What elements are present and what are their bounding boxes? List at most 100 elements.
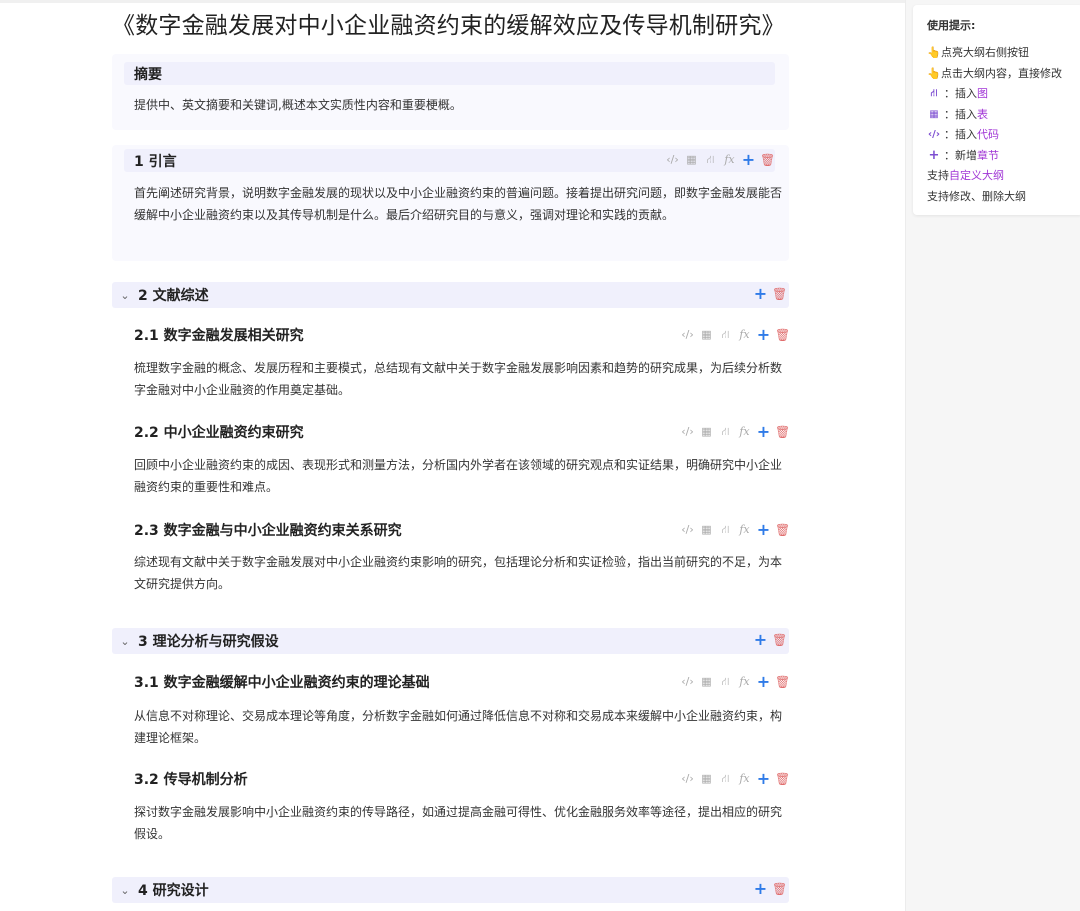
tip-text: ：插入 [944,107,977,121]
intro-title: 1 引言 [134,153,177,170]
insert-formula-icon[interactable]: fx [737,771,752,787]
subsection-text[interactable]: 从信息不对称理论、交易成本理论等角度，分析数字金融如何通过降低信息不对称和交易成… [134,705,784,749]
table-icon: ▦ [929,108,939,120]
delete-icon[interactable]: 🗑 [775,771,790,787]
add-section-icon[interactable]: + [756,522,771,538]
intro-toolbar: ‹/› ▦ ⛙ fx + 🗑 [665,152,775,168]
tip-row-3: ⛙ ：插入图 [927,84,1080,105]
chevron-down-icon[interactable]: ⌄ [112,635,138,648]
tip-highlight: 代码 [977,128,999,141]
pointing-hand-icon: 👆 [927,66,941,80]
tip-text: ：新增 [944,148,977,162]
subsection-toolbar: ‹/› ▦ ⛙ fx + 🗑 [680,327,790,343]
chevron-down-icon[interactable]: ⌄ [112,289,138,302]
abstract-text[interactable]: 提供中、英文摘要和关键词,概述本文实质性内容和重要梗概。 [134,94,784,116]
org-chart-icon: ⛙ [930,88,938,99]
insert-code-icon[interactable]: ‹/› [680,327,695,343]
delete-icon[interactable]: 🗑 [772,286,787,302]
insert-table-icon[interactable]: ▦ [699,771,714,787]
tip-row-4: ▦ ：插入表 [927,105,1080,126]
section-3-toolbar: + 🗑 [753,632,787,648]
insert-code-icon[interactable]: ‹/› [680,674,695,690]
insert-chart-icon[interactable]: ⛙ [718,522,733,538]
insert-code-icon[interactable]: ‹/› [665,152,680,168]
add-section-icon[interactable]: + [756,327,771,343]
section-title[interactable]: 2 文献综述 [138,285,209,305]
insert-table-icon[interactable]: ▦ [699,674,714,690]
tip-text: ：插入 [944,87,977,100]
subsection-toolbar: ‹/› ▦ ⛙ fx + 🗑 [680,424,790,440]
subsection-text[interactable]: 探讨数字金融发展影响中小企业融资约束的传导路径，如通过提高金融可得性、优化金融服… [134,801,784,845]
insert-chart-icon[interactable]: ⛙ [718,327,733,343]
document-title[interactable]: 《数字金融发展对中小企业融资约束的缓解效应及传导机制研究》 [112,6,785,40]
tip-highlight: 图 [977,87,988,100]
insert-chart-icon[interactable]: ⛙ [703,152,718,168]
delete-icon[interactable]: 🗑 [775,424,790,440]
insert-formula-icon[interactable]: fx [722,152,737,168]
code-icon: ‹/› [928,129,940,140]
add-section-icon[interactable]: + [756,424,771,440]
insert-formula-icon[interactable]: fx [737,522,752,538]
tip-highlight: 章节 [977,148,999,162]
intro-block: 1 引言 ‹/› ▦ ⛙ fx + 🗑 首先阐述研究背景，说明数字金融发展的现状… [112,145,789,261]
subsection-title[interactable]: 3.2 传导机制分析 [134,769,248,789]
insert-chart-icon[interactable]: ⛙ [718,771,733,787]
delete-icon[interactable]: 🗑 [775,327,790,343]
abstract-heading[interactable]: 摘要 [124,62,775,85]
intro-text[interactable]: 首先阐述研究背景，说明数字金融发展的现状以及中小企业融资约束的普遍问题。接着提出… [134,182,784,226]
tip-row-8: 支持修改、删除大纲 [927,187,1080,208]
subsection-title[interactable]: 2.1 数字金融发展相关研究 [134,325,304,345]
section-bar-3[interactable]: ⌄ 3 理论分析与研究假设 [112,628,789,654]
insert-table-icon[interactable]: ▦ [684,152,699,168]
insert-code-icon[interactable]: ‹/› [680,522,695,538]
tips-title: 使用提示: [927,19,976,32]
delete-icon[interactable]: 🗑 [775,522,790,538]
tip-text: ：插入 [944,128,977,141]
subsection-text[interactable]: 综述现有文献中关于数字金融发展对中小企业融资约束影响的研究，包括理论分析和实证检… [134,551,784,595]
subsection-title[interactable]: 3.1 数字金融缓解中小企业融资约束的理论基础 [134,672,430,692]
section-title[interactable]: 3 理论分析与研究假设 [138,631,279,651]
insert-table-icon[interactable]: ▦ [699,522,714,538]
subsection-title[interactable]: 2.3 数字金融与中小企业融资约束关系研究 [134,520,402,540]
add-section-icon[interactable]: + [756,674,771,690]
insert-formula-icon[interactable]: fx [737,327,752,343]
abstract-block: 摘要 提供中、英文摘要和关键词,概述本文实质性内容和重要梗概。 [112,54,789,130]
tip-row-6: + ：新增 章节 [927,146,1080,167]
add-section-icon[interactable]: + [753,632,768,648]
insert-formula-icon[interactable]: fx [737,424,752,440]
insert-code-icon[interactable]: ‹/› [680,424,695,440]
delete-icon[interactable]: 🗑 [772,881,787,897]
pointing-hand-icon: 👆 [927,46,941,59]
tip-text: 支持修改、删除大纲 [927,189,1026,203]
abstract-title: 摘要 [134,66,162,83]
insert-table-icon[interactable]: ▦ [699,424,714,440]
subsection-text[interactable]: 梳理数字金融的概念、发展历程和主要模式，总结现有文献中关于数字金融发展影响因素和… [134,357,784,401]
delete-icon[interactable]: 🗑 [772,632,787,648]
subsection-text[interactable]: 回顾中小企业融资约束的成因、表现形式和测量方法，分析国内外学者在该领域的研究观点… [134,454,784,498]
insert-chart-icon[interactable]: ⛙ [718,674,733,690]
chevron-down-icon[interactable]: ⌄ [112,884,138,897]
insert-formula-icon[interactable]: fx [737,674,752,690]
delete-icon[interactable]: 🗑 [760,152,775,168]
insert-table-icon[interactable]: ▦ [699,327,714,343]
delete-icon[interactable]: 🗑 [775,674,790,690]
subsection-toolbar: ‹/› ▦ ⛙ fx + 🗑 [680,522,790,538]
tip-text: 支持 [927,169,949,182]
tip-text: 点亮大纲右侧按钮 [941,46,1029,59]
tip-row-7: 支持 自定义大纲 [927,166,1080,187]
add-section-icon[interactable]: + [753,881,768,897]
insert-code-icon[interactable]: ‹/› [680,771,695,787]
add-section-icon[interactable]: + [756,771,771,787]
subsection-title[interactable]: 2.2 中小企业融资约束研究 [134,422,304,442]
add-section-icon[interactable]: + [741,152,756,168]
usage-tips-card: 使用提示: 👆 点亮大纲右侧按钮 👆 点击大纲内容，直接修改 ⛙ ：插入图 ▦ … [913,5,1080,215]
section-title[interactable]: 4 研究设计 [138,880,209,900]
add-section-icon[interactable]: + [753,286,768,302]
section-4-toolbar: + 🗑 [753,881,787,897]
subsection-toolbar: ‹/› ▦ ⛙ fx + 🗑 [680,674,790,690]
section-bar-2[interactable]: ⌄ 2 文献综述 [112,282,789,308]
tip-row-5: ‹/› ：插入 代码 [927,125,1080,146]
insert-chart-icon[interactable]: ⛙ [718,424,733,440]
plus-icon: + [928,147,940,163]
section-bar-4[interactable]: ⌄ 4 研究设计 [112,877,789,903]
